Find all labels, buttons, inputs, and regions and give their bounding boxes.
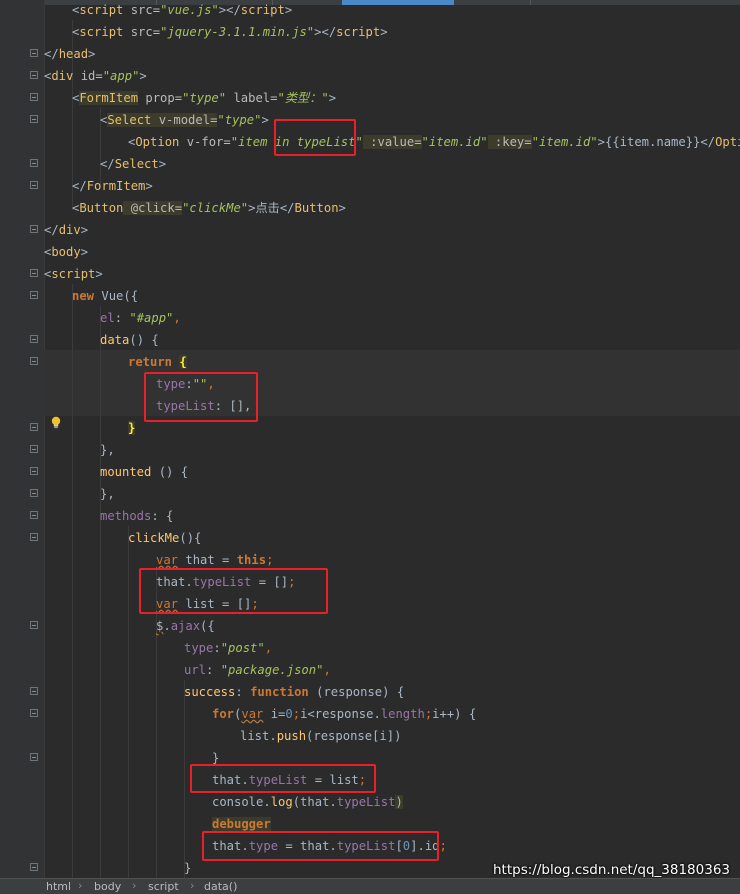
code-line[interactable]: } — [128, 417, 136, 439]
fold-marker-icon[interactable] — [30, 511, 38, 519]
editor-gutter — [0, 0, 45, 878]
fold-marker-icon[interactable] — [30, 269, 38, 277]
breadcrumb-item[interactable]: data() — [204, 880, 237, 893]
code-line[interactable]: <body> — [44, 241, 88, 263]
code-line[interactable]: el: "#app", — [100, 307, 181, 329]
indent-guide — [128, 526, 129, 878]
code-line[interactable]: url: "package.json", — [184, 659, 331, 681]
code-line[interactable]: </Select> — [100, 153, 166, 175]
breadcrumb-separator-icon: › — [78, 879, 83, 892]
code-line[interactable]: }, — [100, 439, 115, 461]
breadcrumb-item[interactable]: body — [94, 880, 121, 893]
fold-marker-icon[interactable] — [30, 71, 38, 79]
breadcrumb-item[interactable]: script — [148, 880, 179, 893]
highlight-box — [190, 764, 376, 793]
fold-marker-icon[interactable] — [30, 93, 38, 101]
fold-marker-icon[interactable] — [30, 709, 38, 717]
fold-marker-icon[interactable] — [30, 49, 38, 57]
breadcrumb-bar: html › body › script › data() — [0, 878, 740, 894]
fold-marker-icon[interactable] — [30, 533, 38, 541]
breadcrumb-separator-icon: › — [190, 879, 195, 892]
fold-marker-icon[interactable] — [30, 489, 38, 497]
code-line[interactable]: </div> — [44, 219, 88, 241]
code-line[interactable]: <script src="vue.js"></script> — [72, 0, 292, 21]
code-line[interactable]: } — [184, 857, 191, 878]
highlight-box — [144, 372, 258, 422]
code-line[interactable]: <FormItem prop="type" label="类型："> — [72, 87, 336, 109]
breadcrumb-item[interactable]: html — [46, 880, 71, 893]
code-line[interactable]: $.ajax({ — [156, 615, 215, 637]
code-line[interactable]: success: function (response) { — [184, 681, 404, 703]
code-line[interactable]: clickMe(){ — [128, 527, 201, 549]
code-line[interactable]: methods: { — [100, 505, 173, 527]
code-line[interactable]: <script> — [44, 263, 103, 285]
fold-marker-icon[interactable] — [30, 467, 38, 475]
fold-marker-icon[interactable] — [30, 753, 38, 761]
code-line[interactable]: </FormItem> — [72, 175, 153, 197]
fold-marker-icon[interactable] — [30, 357, 38, 365]
fold-marker-icon[interactable] — [30, 423, 38, 431]
watermark: https://blog.csdn.net/qq_38180363 — [492, 862, 730, 878]
fold-marker-icon[interactable] — [30, 335, 38, 343]
breadcrumb-separator-icon: › — [132, 879, 137, 892]
code-line[interactable]: <script src="jquery-3.1.1.min.js"></scri… — [72, 21, 388, 43]
fold-marker-icon[interactable] — [30, 687, 38, 695]
fold-marker-icon[interactable] — [30, 159, 38, 167]
highlight-box — [274, 119, 356, 156]
code-line[interactable]: }, — [100, 483, 115, 505]
code-line[interactable]: for(var i=0;i<response.length;i++) { — [212, 703, 476, 725]
fold-marker-icon[interactable] — [30, 115, 38, 123]
fold-marker-icon[interactable] — [30, 621, 38, 629]
fold-marker-icon[interactable] — [30, 863, 38, 871]
code-line[interactable]: <Button @click="clickMe">点击</Button> — [72, 197, 346, 219]
fold-marker-icon[interactable] — [30, 225, 38, 233]
indent-guide — [72, 284, 73, 878]
highlight-box — [139, 568, 328, 614]
code-line[interactable]: mounted () { — [100, 461, 188, 483]
fold-marker-icon[interactable] — [30, 291, 38, 299]
code-line[interactable]: new Vue({ — [72, 285, 138, 307]
code-line[interactable]: data() { — [100, 329, 159, 351]
highlight-box — [202, 831, 439, 861]
fold-marker-icon[interactable] — [30, 445, 38, 453]
code-line[interactable]: list.push(response[i]) — [240, 725, 401, 747]
code-line[interactable]: <div id="app"> — [44, 65, 147, 87]
fold-marker-icon[interactable] — [30, 181, 38, 189]
indent-guide — [184, 680, 185, 878]
code-line[interactable]: <Select v-model="type"> — [100, 109, 269, 131]
code-line[interactable]: console.log(that.typeList) — [212, 791, 403, 813]
indent-guide — [100, 306, 101, 878]
code-line[interactable]: </head> — [44, 43, 95, 65]
code-line[interactable]: <Option v-for="item in typeList" :value=… — [128, 131, 740, 153]
code-line[interactable]: return { — [128, 351, 187, 373]
code-editor[interactable]: <script src="vue.js"></script> <script s… — [44, 0, 740, 878]
code-line[interactable]: type:"post", — [184, 637, 272, 659]
